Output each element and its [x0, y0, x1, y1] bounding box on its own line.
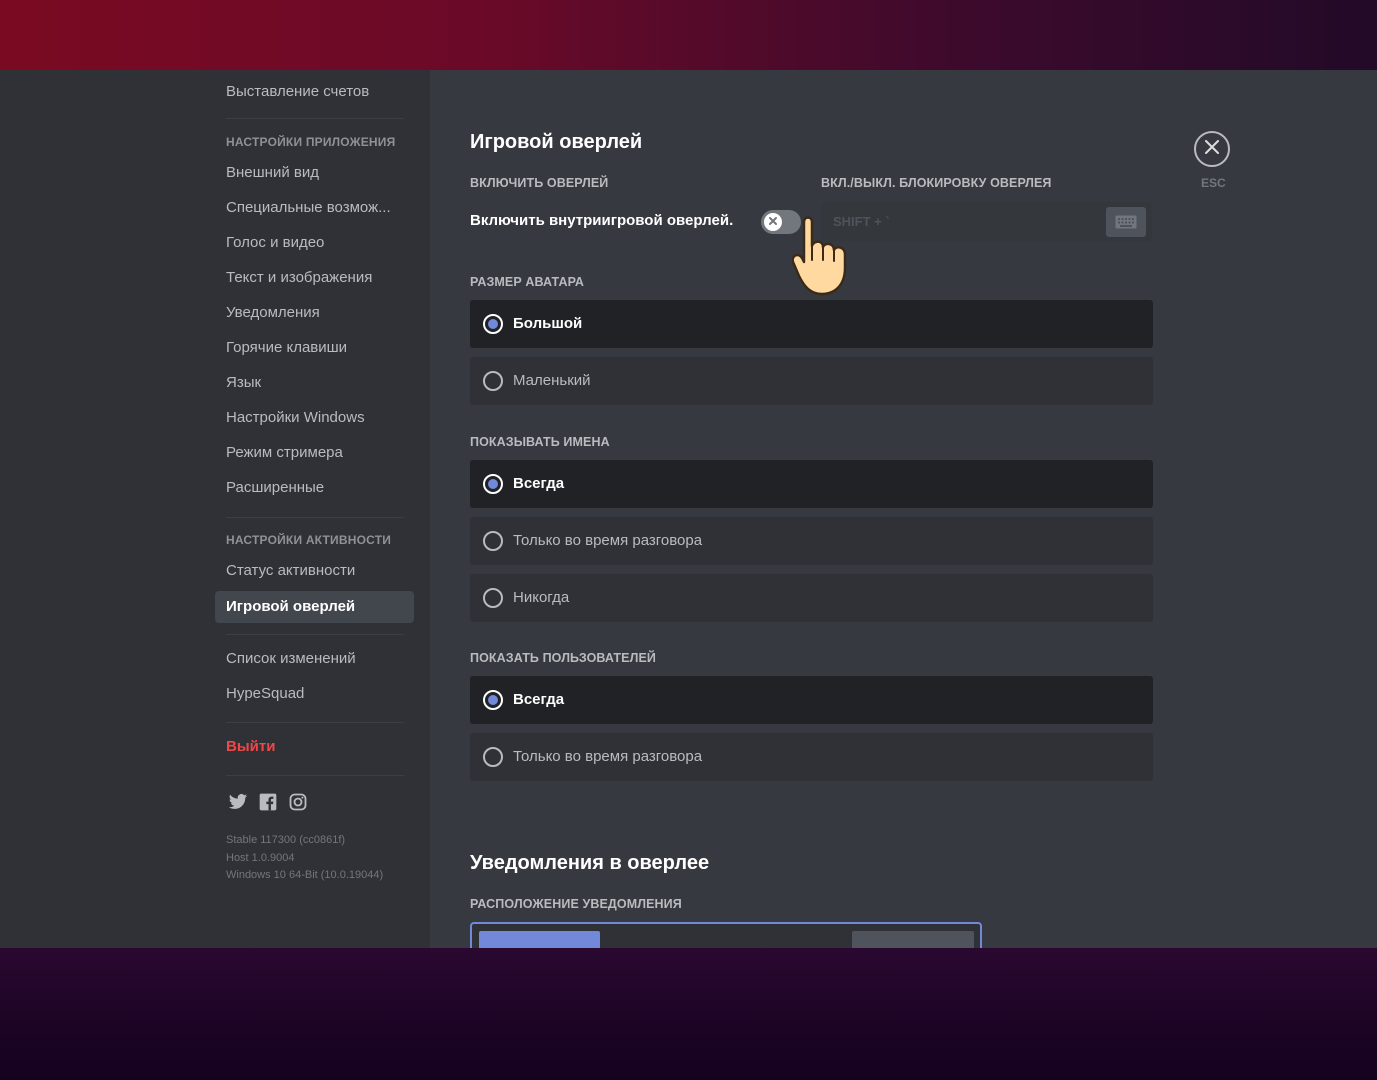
radio-circle	[483, 474, 503, 494]
radio-label: Никогда	[513, 589, 570, 606]
x-icon	[768, 213, 778, 231]
page-title: Игровой оверлей	[470, 131, 643, 153]
radio-label: Большой	[513, 315, 583, 332]
show-names-label: ПОКАЗЫВАТЬ ИМЕНА	[470, 435, 610, 449]
twitter-icon[interactable]	[228, 792, 248, 812]
avatar-size-label: РАЗМЕР АВАТАРА	[470, 275, 585, 289]
sidebar-item-activity-status[interactable]: Статус активности	[215, 555, 414, 587]
overlay-notifications-title: Уведомления в оверлее	[470, 852, 710, 874]
facebook-icon[interactable]	[258, 792, 278, 812]
settings-sidebar: Выставление счетов НАСТРОЙКИ ПРИЛОЖЕНИЯ …	[0, 70, 430, 948]
radio-circle	[483, 690, 503, 710]
radio-circle	[483, 314, 503, 334]
sidebar-divider	[226, 634, 404, 635]
settings-content: Игровой оверлей ВКЛЮЧИТЬ ОВЕРЛЕЙ ВКЛ./ВЫ…	[430, 70, 1377, 948]
sidebar-header-app-settings: НАСТРОЙКИ ПРИЛОЖЕНИЯ	[226, 135, 396, 149]
radio-names-never[interactable]: Никогда	[470, 574, 1153, 622]
sidebar-item-voice-video[interactable]: Голос и видео	[215, 227, 414, 259]
instagram-icon[interactable]	[288, 792, 308, 812]
position-top-left-option[interactable]	[479, 931, 600, 948]
sidebar-divider	[226, 722, 404, 723]
sidebar-divider	[226, 118, 404, 119]
radio-avatar-large[interactable]: Большой	[470, 300, 1153, 348]
sidebar-item-game-overlay[interactable]: Игровой оверлей	[215, 591, 414, 623]
toggle-lock-label: ВКЛ./ВЫКЛ. БЛОКИРОВКУ ОВЕРЛЕЯ	[821, 176, 1052, 190]
radio-avatar-small[interactable]: Маленький	[470, 357, 1153, 405]
radio-circle	[483, 531, 503, 551]
notification-position-selector[interactable]	[470, 922, 982, 948]
sidebar-item-advanced[interactable]: Расширенные	[215, 472, 414, 504]
radio-names-always[interactable]: Всегда	[470, 460, 1153, 508]
social-links	[228, 792, 308, 812]
enable-overlay-label: ВКЛЮЧИТЬ ОВЕРЛЕЙ	[470, 176, 609, 190]
enable-overlay-text: Включить внутриигровой оверлей.	[470, 212, 734, 229]
sidebar-header-activity-settings: НАСТРОЙКИ АКТИВНОСТИ	[226, 533, 392, 547]
sidebar-item-appearance[interactable]: Внешний вид	[215, 157, 414, 189]
sidebar-item-keybinds[interactable]: Горячие клавиши	[215, 332, 414, 364]
sidebar-item-windows-settings[interactable]: Настройки Windows	[215, 402, 414, 434]
version-line: Stable 117300 (cc0861f)	[226, 834, 346, 846]
version-line: Host 1.0.9004	[226, 851, 295, 864]
sidebar-divider	[226, 517, 404, 518]
close-icon	[1205, 139, 1219, 159]
radio-label: Всегда	[513, 475, 565, 492]
radio-label: Маленький	[513, 372, 591, 389]
radio-label: Только во время разговора	[513, 748, 703, 765]
radio-circle	[483, 588, 503, 608]
sidebar-item-changelog[interactable]: Список изменений	[215, 643, 414, 675]
keyboard-icon[interactable]	[1106, 207, 1146, 237]
sidebar-item-accessibility[interactable]: Специальные возмож...	[215, 192, 414, 224]
radio-circle	[483, 747, 503, 767]
sidebar-item-text-images[interactable]: Текст и изображения	[215, 262, 414, 294]
close-button[interactable]	[1194, 131, 1230, 167]
version-info: Stable 117300 (cc0861f) Host 1.0.9004 Wi…	[226, 832, 383, 885]
settings-window: Выставление счетов НАСТРОЙКИ ПРИЛОЖЕНИЯ …	[0, 70, 1377, 948]
version-line: Windows 10 64-Bit (10.0.19044)	[226, 869, 384, 881]
pointing-hand-cursor-icon	[791, 212, 862, 298]
position-top-right-option[interactable]	[852, 931, 974, 948]
sidebar-item-hypesquad[interactable]: HypeSquad	[215, 678, 414, 710]
radio-circle	[483, 371, 503, 391]
show-users-label: ПОКАЗАТЬ ПОЛЬЗОВАТЕЛЕЙ	[470, 651, 656, 665]
radio-users-while-speaking[interactable]: Только во время разговора	[470, 733, 1153, 781]
sidebar-item-billing[interactable]: Выставление счетов	[215, 76, 414, 108]
sidebar-item-streamer-mode[interactable]: Режим стримера	[215, 437, 414, 469]
sidebar-item-notifications[interactable]: Уведомления	[215, 297, 414, 329]
radio-label: Всегда	[513, 691, 565, 708]
desktop-background-top	[0, 0, 1377, 70]
overlay-lock-keybind[interactable]: SHIFT + `	[821, 202, 1152, 242]
radio-names-while-speaking[interactable]: Только во время разговора	[470, 517, 1153, 565]
notification-position-label: РАСПОЛОЖЕНИЕ УВЕДОМЛЕНИЯ	[470, 897, 682, 911]
radio-label: Только во время разговора	[513, 532, 703, 549]
esc-label: ESC	[1201, 176, 1226, 190]
desktop-background-bottom	[0, 948, 1377, 1080]
radio-users-always[interactable]: Всегда	[470, 676, 1153, 724]
sidebar-divider	[226, 775, 404, 776]
sidebar-item-logout[interactable]: Выйти	[215, 731, 414, 763]
sidebar-item-language[interactable]: Язык	[215, 367, 414, 399]
toggle-knob	[764, 213, 782, 231]
